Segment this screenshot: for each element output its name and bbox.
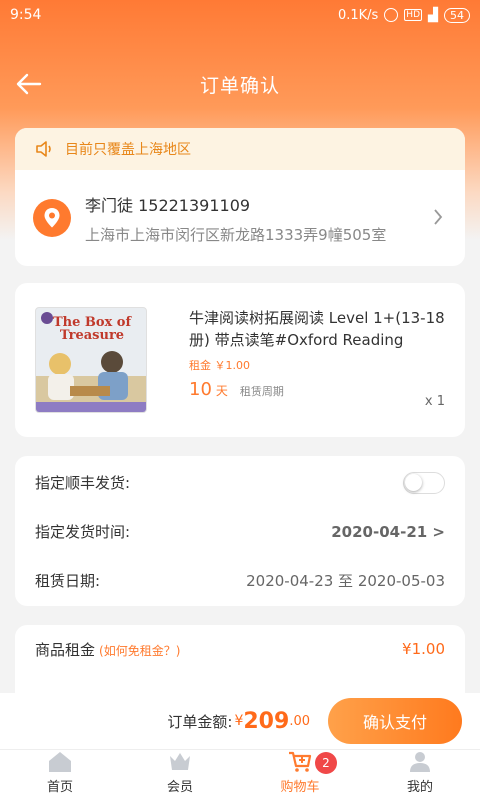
product-quantity: x 1 — [424, 394, 445, 409]
chevron-right-icon — [434, 209, 443, 225]
ship-time-label: 指定发货时间: — [35, 523, 131, 541]
cart-count-badge: 2 — [315, 752, 337, 774]
address-row[interactable]: 李门徒 15221391109 上海市上海市闵行区新龙路1333弄9幢505室 — [15, 170, 465, 266]
order-total-currency: ¥ — [234, 713, 244, 729]
sf-shipping-toggle[interactable] — [403, 471, 445, 494]
product-name[interactable]: 牛津阅读树拓展阅读 Level 1+(13-18册) 带点读笔#Oxford R… — [189, 307, 445, 351]
recipient-name-phone: 李门徒 15221391109 — [85, 195, 251, 215]
tab-home-label: 首页 — [46, 780, 73, 795]
status-bar: 9:54 0.1K/s HD ▟ 54 — [0, 0, 480, 30]
tab-profile-label: 我的 — [406, 780, 433, 795]
speaker-icon — [36, 141, 51, 157]
ship-time-row[interactable]: 指定发货时间: 2020-04-21 > — [15, 507, 465, 556]
cover-title-line-2: Treasure — [59, 328, 125, 343]
confirm-pay-button[interactable]: 确认支付 — [328, 698, 462, 744]
tab-cart[interactable]: 购物车 2 — [240, 750, 360, 800]
rent-fee-value: ¥1.00 — [402, 640, 445, 658]
checkout-bar: 订单金额: ¥ 209 .00 确认支付 — [0, 693, 480, 749]
nav-bar: 订单确认 — [0, 62, 480, 106]
bottom-tab-bar: 首页 会员 购物车 2 我的 — [0, 749, 480, 800]
tab-home[interactable]: 首页 — [0, 750, 120, 800]
tab-profile[interactable]: 我的 — [360, 750, 480, 800]
free-rent-link[interactable]: (如何免租金？) — [99, 644, 180, 658]
recipient-address: 上海市上海市闵行区新龙路1333弄9幢505室 — [85, 225, 387, 244]
status-time: 9:54 — [10, 7, 42, 23]
product-cover-image[interactable]: The Box of Treasure — [35, 307, 147, 413]
order-total-amount: 209 — [243, 708, 290, 734]
rental-period-label: 租赁周期 — [239, 385, 284, 398]
back-arrow-icon[interactable] — [16, 72, 42, 96]
rental-days: 10 — [189, 379, 212, 400]
cart-icon — [289, 751, 312, 772]
notice-text: 目前只覆盖上海地区 — [65, 142, 191, 158]
product-rent: 租金 ￥1.00 — [189, 359, 250, 372]
shipping-options-card: 指定顺丰发货: 指定发货时间: 2020-04-21 > 租赁日期: 2020-… — [15, 456, 465, 606]
rent-fee-row: 商品租金 (如何免租金？) ¥1.00 — [15, 625, 465, 673]
network-speed: 0.1K/s — [337, 7, 379, 23]
order-total-decimal: .00 — [289, 713, 310, 729]
rent-date-label: 租赁日期: — [35, 572, 101, 590]
rent-date-value: 2020-04-23 至 2020-05-03 — [246, 572, 445, 590]
rent-date-row: 租赁日期: 2020-04-23 至 2020-05-03 — [15, 556, 465, 605]
cover-illustration — [36, 351, 146, 406]
coverage-notice: 目前只覆盖上海地区 — [15, 128, 465, 170]
order-total-label: 订单金额: — [167, 712, 233, 731]
battery-indicator: 54 — [444, 7, 470, 23]
page-title: 订单确认 — [199, 74, 280, 97]
crown-icon — [170, 753, 190, 770]
sf-shipping-label: 指定顺丰发货: — [35, 474, 131, 492]
rental-days-unit: 天 — [215, 384, 228, 398]
alarm-icon — [384, 8, 399, 22]
sf-shipping-row: 指定顺丰发货: — [15, 458, 465, 507]
ship-time-value[interactable]: 2020-04-21 > — [331, 523, 445, 541]
signal-icon: ▟ — [428, 7, 438, 23]
profile-icon — [410, 752, 430, 772]
hd-icon: HD — [404, 9, 422, 21]
address-card: 目前只覆盖上海地区 李门徒 15221391109 上海市上海市闵行区新龙路13… — [15, 128, 465, 266]
rent-fee-label: 商品租金 — [35, 640, 96, 659]
home-icon — [49, 752, 71, 772]
location-pin-icon — [33, 199, 71, 237]
product-card: The Box of Treasure 牛津阅读树拓展阅读 Level 1+(1… — [15, 283, 465, 437]
tab-member[interactable]: 会员 — [120, 750, 240, 800]
tab-cart-label: 购物车 — [280, 780, 320, 795]
tab-member-label: 会员 — [166, 780, 193, 795]
